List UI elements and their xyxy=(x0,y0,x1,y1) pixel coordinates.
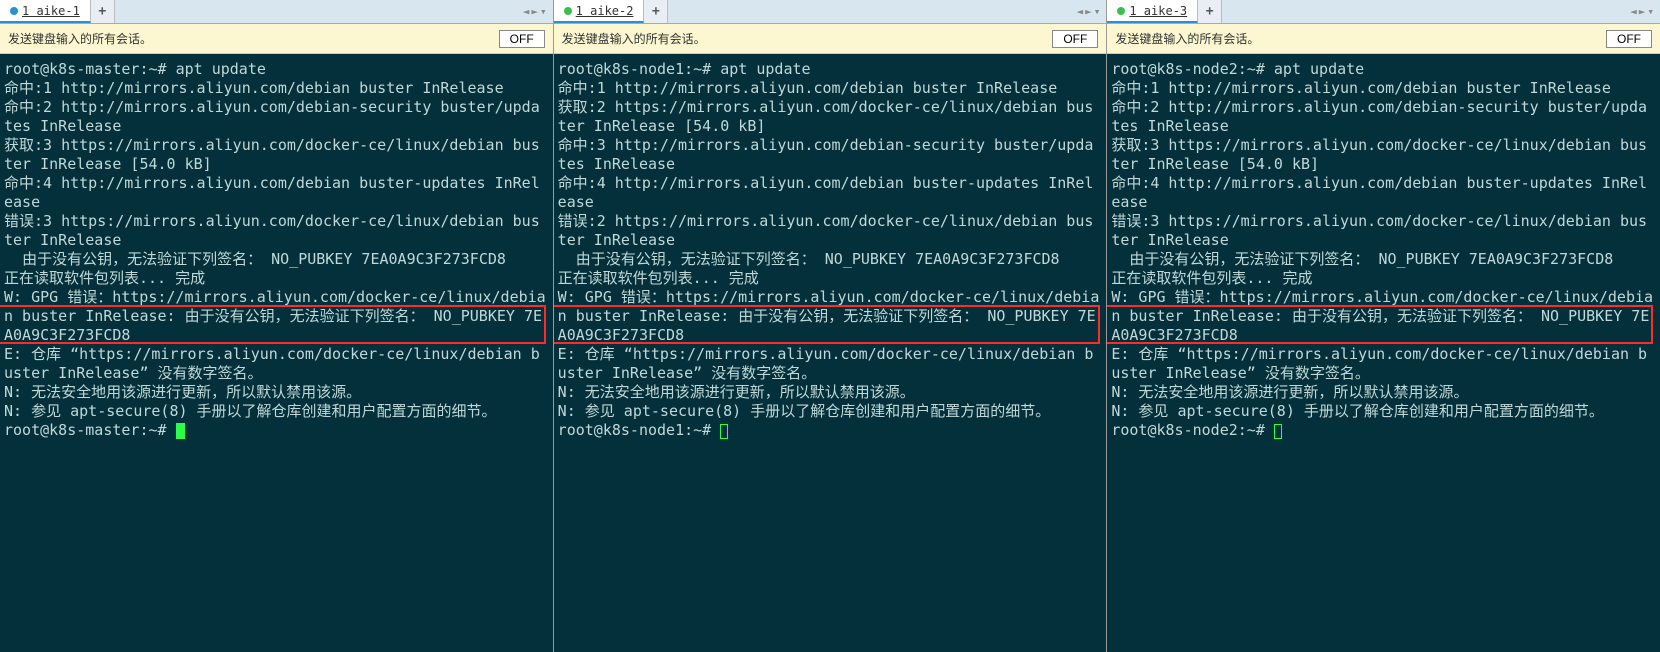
terminal-line: 获取:2 https://mirrors.aliyun.com/docker-c… xyxy=(558,98,1103,136)
pane-2: 1 aike-2 + ◄ ► ▾ 发送键盘输入的所有会话。 OFF root@k… xyxy=(554,0,1108,652)
pubkey-highlight: NO_PUBKEY 7EA0A9C3F273FCD8 xyxy=(1378,250,1613,268)
tab-nav: ◄ ► ▾ xyxy=(517,0,553,23)
terminal-line: N: 参见 apt-secure(8) 手册以了解仓库创建和用户配置方面的细节。 xyxy=(1111,402,1656,421)
terminal-line: 错误:2 https://mirrors.aliyun.com/docker-c… xyxy=(558,212,1103,250)
pane-3: 1 aike-3 + ◄ ► ▾ 发送键盘输入的所有会话。 OFF root@k… xyxy=(1107,0,1660,652)
broadcast-bar: 发送键盘输入的所有会话。 OFF xyxy=(0,24,553,54)
terminal-3[interactable]: root@k8s-node2:~# apt update命中:1 http://… xyxy=(1107,54,1660,652)
tab-label: 1 aike-3 xyxy=(1129,4,1187,18)
terminal-line: root@k8s-node2:~# apt update xyxy=(1111,60,1656,79)
tab-nav-right-icon[interactable]: ► xyxy=(1085,5,1092,18)
terminal-line: W: GPG 错误：https://mirrors.aliyun.com/doc… xyxy=(4,288,549,345)
terminal-line: 由于没有公钥，无法验证下列签名： NO_PUBKEY 7EA0A9C3F273F… xyxy=(1111,250,1656,269)
pubkey-highlight: NO_PUBKEY 7EA0A9C3F273FCD8 xyxy=(558,307,1096,344)
broadcast-text: 发送键盘输入的所有会话。 xyxy=(562,30,706,47)
terminal-line: N: 参见 apt-secure(8) 手册以了解仓库创建和用户配置方面的细节。 xyxy=(558,402,1103,421)
terminal-line: 命中:2 http://mirrors.aliyun.com/debian-se… xyxy=(1111,98,1656,136)
tab-nav-left-icon[interactable]: ◄ xyxy=(1076,5,1083,18)
terminal-1[interactable]: root@k8s-master:~# apt update命中:1 http:/… xyxy=(0,54,553,652)
terminal-line: 命中:1 http://mirrors.aliyun.com/debian bu… xyxy=(4,79,549,98)
terminal-line: 正在读取软件包列表... 完成 xyxy=(4,269,549,288)
pubkey-highlight: NO_PUBKEY 7EA0A9C3F273FCD8 xyxy=(1111,307,1649,344)
terminal-line: E: 仓库 “https://mirrors.aliyun.com/docker… xyxy=(1111,345,1656,383)
tab-nav-menu-icon[interactable]: ▾ xyxy=(1647,5,1654,18)
terminal-cursor xyxy=(176,423,185,439)
tab-aike-2[interactable]: 1 aike-2 xyxy=(554,0,645,23)
tab-aike-1[interactable]: 1 aike-1 xyxy=(0,0,91,23)
terminal-line: root@k8s-master:~# xyxy=(4,421,549,440)
tab-nav-right-icon[interactable]: ► xyxy=(1639,5,1646,18)
terminal-line: 命中:4 http://mirrors.aliyun.com/debian bu… xyxy=(4,174,549,212)
pubkey-highlight: NO_PUBKEY 7EA0A9C3F273FCD8 xyxy=(271,250,506,268)
tabbar-1: 1 aike-1 + ◄ ► ▾ xyxy=(0,0,553,24)
new-tab-button[interactable]: + xyxy=(1198,0,1222,23)
terminal-line: 获取:3 https://mirrors.aliyun.com/docker-c… xyxy=(4,136,549,174)
broadcast-off-button[interactable]: OFF xyxy=(499,30,545,48)
terminal-line: root@k8s-master:~# apt update xyxy=(4,60,549,79)
broadcast-bar: 发送键盘输入的所有会话。 OFF xyxy=(1107,24,1660,54)
terminal-line: N: 无法安全地用该源进行更新，所以默认禁用该源。 xyxy=(4,383,549,402)
tab-nav-menu-icon[interactable]: ▾ xyxy=(540,5,547,18)
terminal-line: root@k8s-node2:~# xyxy=(1111,421,1656,440)
tab-nav-right-icon[interactable]: ► xyxy=(531,5,538,18)
terminal-line: W: GPG 错误：https://mirrors.aliyun.com/doc… xyxy=(558,288,1103,345)
status-dot-icon xyxy=(10,7,18,15)
terminal-line: 命中:3 http://mirrors.aliyun.com/debian-se… xyxy=(558,136,1103,174)
terminal-line: 命中:4 http://mirrors.aliyun.com/debian bu… xyxy=(1111,174,1656,212)
broadcast-bar: 发送键盘输入的所有会话。 OFF xyxy=(554,24,1107,54)
terminal-line: 命中:1 http://mirrors.aliyun.com/debian bu… xyxy=(1111,79,1656,98)
tab-nav: ◄ ► ▾ xyxy=(1624,0,1660,23)
terminal-line: E: 仓库 “https://mirrors.aliyun.com/docker… xyxy=(558,345,1103,383)
terminal-line: 正在读取软件包列表... 完成 xyxy=(558,269,1103,288)
terminal-line: E: 仓库 “https://mirrors.aliyun.com/docker… xyxy=(4,345,549,383)
tab-nav-left-icon[interactable]: ◄ xyxy=(523,5,530,18)
tabbar-3: 1 aike-3 + ◄ ► ▾ xyxy=(1107,0,1660,24)
terminal-line: 由于没有公钥，无法验证下列签名： NO_PUBKEY 7EA0A9C3F273F… xyxy=(4,250,549,269)
terminal-cursor xyxy=(720,424,728,439)
terminal-cursor xyxy=(1274,424,1282,439)
tab-aike-3[interactable]: 1 aike-3 xyxy=(1107,0,1198,23)
terminal-line: 由于没有公钥，无法验证下列签名： NO_PUBKEY 7EA0A9C3F273F… xyxy=(558,250,1103,269)
status-dot-icon xyxy=(564,7,572,15)
tab-nav: ◄ ► ▾ xyxy=(1070,0,1106,23)
terminal-line: 获取:3 https://mirrors.aliyun.com/docker-c… xyxy=(1111,136,1656,174)
terminal-line: 命中:4 http://mirrors.aliyun.com/debian bu… xyxy=(558,174,1103,212)
status-dot-icon xyxy=(1117,7,1125,15)
new-tab-button[interactable]: + xyxy=(644,0,668,23)
tab-nav-menu-icon[interactable]: ▾ xyxy=(1094,5,1101,18)
terminal-line: root@k8s-node1:~# xyxy=(558,421,1103,440)
terminal-line: N: 无法安全地用该源进行更新，所以默认禁用该源。 xyxy=(558,383,1103,402)
panes-container: 1 aike-1 + ◄ ► ▾ 发送键盘输入的所有会话。 OFF root@k… xyxy=(0,0,1660,652)
broadcast-text: 发送键盘输入的所有会话。 xyxy=(8,30,152,47)
terminal-2[interactable]: root@k8s-node1:~# apt update命中:1 http://… xyxy=(554,54,1107,652)
new-tab-button[interactable]: + xyxy=(91,0,115,23)
terminal-line: N: 参见 apt-secure(8) 手册以了解仓库创建和用户配置方面的细节。 xyxy=(4,402,549,421)
broadcast-off-button[interactable]: OFF xyxy=(1606,30,1652,48)
terminal-line: N: 无法安全地用该源进行更新，所以默认禁用该源。 xyxy=(1111,383,1656,402)
pane-1: 1 aike-1 + ◄ ► ▾ 发送键盘输入的所有会话。 OFF root@k… xyxy=(0,0,554,652)
terminal-line: W: GPG 错误：https://mirrors.aliyun.com/doc… xyxy=(1111,288,1656,345)
broadcast-text: 发送键盘输入的所有会话。 xyxy=(1115,30,1259,47)
tab-label: 1 aike-2 xyxy=(576,4,634,18)
terminal-line: 错误:3 https://mirrors.aliyun.com/docker-c… xyxy=(1111,212,1656,250)
terminal-line: root@k8s-node1:~# apt update xyxy=(558,60,1103,79)
terminal-line: 命中:2 http://mirrors.aliyun.com/debian-se… xyxy=(4,98,549,136)
terminal-line: 错误:3 https://mirrors.aliyun.com/docker-c… xyxy=(4,212,549,250)
pubkey-highlight: NO_PUBKEY 7EA0A9C3F273FCD8 xyxy=(4,307,542,344)
tab-label: 1 aike-1 xyxy=(22,4,80,18)
terminal-line: 命中:1 http://mirrors.aliyun.com/debian bu… xyxy=(558,79,1103,98)
terminal-line: 正在读取软件包列表... 完成 xyxy=(1111,269,1656,288)
tab-nav-left-icon[interactable]: ◄ xyxy=(1630,5,1637,18)
tabbar-2: 1 aike-2 + ◄ ► ▾ xyxy=(554,0,1107,24)
broadcast-off-button[interactable]: OFF xyxy=(1052,30,1098,48)
pubkey-highlight: NO_PUBKEY 7EA0A9C3F273FCD8 xyxy=(825,250,1060,268)
